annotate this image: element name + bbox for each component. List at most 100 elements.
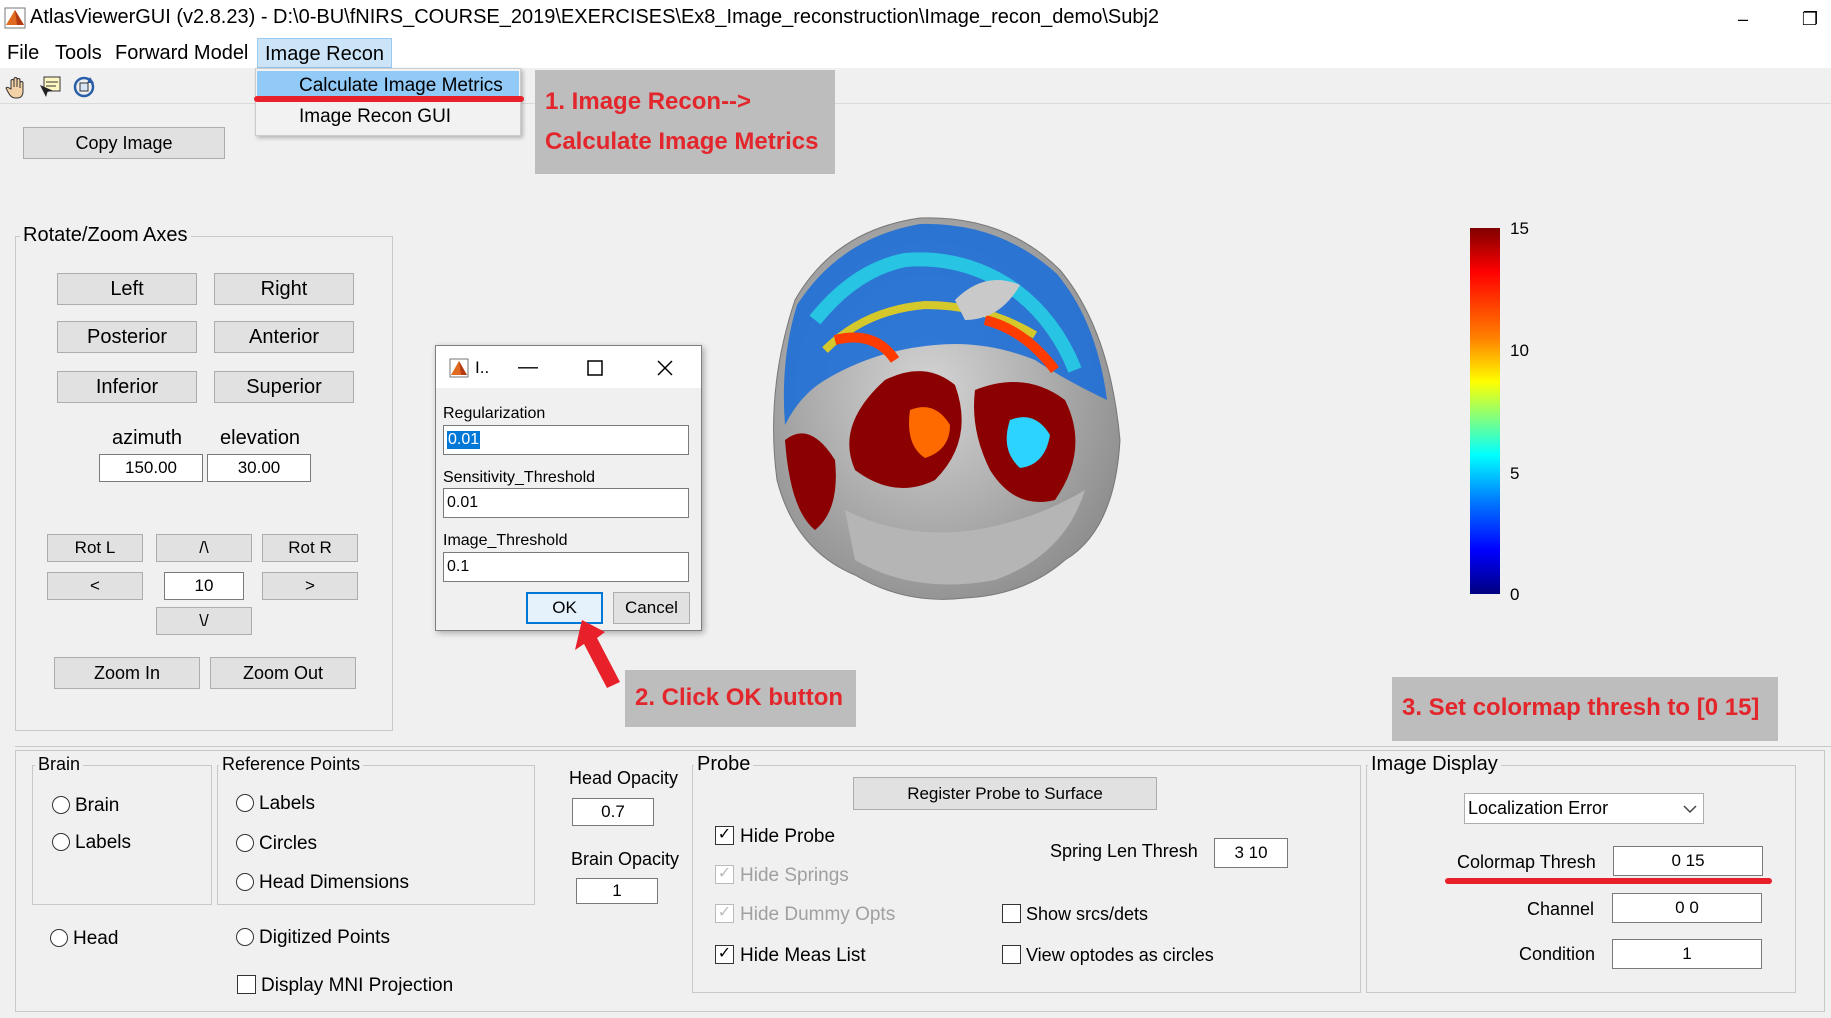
- annotation-underline-menu: [254, 96, 524, 102]
- regularization-field[interactable]: 0.01: [443, 425, 689, 455]
- head-opacity-label: Head Opacity: [569, 768, 679, 788]
- menu-forward-model[interactable]: Forward Model: [108, 38, 255, 68]
- annotation-step1: 1. Image Recon--> Calculate Image Metric…: [535, 70, 835, 174]
- menu-tools[interactable]: Tools: [48, 38, 109, 68]
- channel-field[interactable]: 0 0: [1612, 893, 1762, 923]
- brain-opacity-field[interactable]: 1: [576, 878, 658, 904]
- radio-brain[interactable]: [52, 796, 70, 814]
- pan-hand-icon[interactable]: [4, 73, 32, 101]
- menu-file[interactable]: File: [0, 38, 46, 68]
- view-superior-button[interactable]: Superior: [214, 371, 354, 403]
- rotate-up-button[interactable]: /\: [156, 534, 252, 562]
- checkbox-hide-springs-label: Hide Springs: [740, 865, 849, 886]
- condition-label: Condition: [1519, 944, 1596, 964]
- chevron-down-icon: [1683, 805, 1697, 814]
- annotation-step2: 2. Click OK button: [625, 670, 856, 727]
- radio-brain-labels[interactable]: [52, 833, 70, 851]
- dialog-title: I..: [475, 358, 490, 377]
- radio-head-dimensions-label: Head Dimensions: [259, 872, 409, 893]
- colormap-thresh-field[interactable]: 0 15: [1613, 846, 1763, 876]
- azimuth-label: azimuth: [112, 427, 183, 449]
- checkbox-view-circles[interactable]: [1002, 945, 1021, 964]
- view-anterior-button[interactable]: Anterior: [214, 321, 354, 353]
- rotate-zoom-title: Rotate/Zoom Axes: [20, 224, 191, 247]
- elevation-label: elevation: [220, 427, 301, 449]
- sensitivity-threshold-field[interactable]: 0.01: [443, 488, 689, 518]
- view-inferior-button[interactable]: Inferior: [57, 371, 197, 403]
- radio-brain-labels-label: Labels: [75, 832, 131, 853]
- sensitivity-threshold-label: Sensitivity_Threshold: [443, 469, 596, 486]
- register-probe-button[interactable]: Register Probe to Surface: [853, 777, 1157, 810]
- radio-head-dimensions[interactable]: [236, 873, 254, 891]
- data-cursor-icon[interactable]: [36, 73, 64, 101]
- annotation-step3: 3. Set colormap thresh to [0 15]: [1392, 677, 1778, 741]
- radio-digitized-points[interactable]: [236, 928, 254, 946]
- radio-ref-labels[interactable]: [236, 794, 254, 812]
- checkbox-hide-dummy[interactable]: ✓: [715, 904, 734, 923]
- menu-image-recon-gui[interactable]: Image Recon GUI: [257, 102, 519, 132]
- dialog-minimize-button[interactable]: —: [518, 356, 538, 379]
- annotation-step1-line2: Calculate Image Metrics: [545, 128, 819, 155]
- radio-digitized-points-label: Digitized Points: [259, 927, 390, 948]
- minimize-button[interactable]: –: [1728, 4, 1758, 34]
- checkbox-hide-springs[interactable]: ✓: [715, 865, 734, 884]
- checkbox-hide-probe[interactable]: ✓: [715, 826, 734, 845]
- step-next-button[interactable]: >: [262, 572, 358, 600]
- view-posterior-button[interactable]: Posterior: [57, 321, 197, 353]
- colorbar-tick-10: 10: [1510, 341, 1529, 360]
- step-size-field[interactable]: 10: [164, 572, 244, 600]
- zoom-out-button[interactable]: Zoom Out: [210, 657, 356, 689]
- elevation-field[interactable]: 30.00: [207, 454, 311, 482]
- view-right-button[interactable]: Right: [214, 273, 354, 305]
- maximize-button[interactable]: ❐: [1795, 4, 1825, 34]
- colormap-thresh-label: Colormap Thresh: [1457, 852, 1596, 872]
- matlab-app-icon: [4, 7, 26, 29]
- checkbox-hide-meas-list[interactable]: ✓: [715, 945, 734, 964]
- dialog-close-icon[interactable]: [656, 359, 674, 377]
- image-type-select[interactable]: Localization Error: [1464, 793, 1704, 824]
- checkbox-mni-projection-label: Display MNI Projection: [261, 975, 454, 996]
- rotate-down-button[interactable]: \/: [156, 607, 252, 635]
- radio-ref-circles-label: Circles: [259, 833, 318, 854]
- checkbox-show-srcs-dets[interactable]: [1002, 904, 1021, 923]
- regularization-value: 0.01: [447, 431, 481, 449]
- zoom-in-button[interactable]: Zoom In: [54, 657, 200, 689]
- checkbox-hide-meas-list-label: Hide Meas List: [740, 945, 866, 966]
- spring-len-thresh-field[interactable]: 3 10: [1214, 838, 1288, 868]
- colorbar-tick-0: 0: [1510, 585, 1520, 604]
- image-threshold-field[interactable]: 0.1: [443, 552, 689, 582]
- channel-label: Channel: [1527, 899, 1595, 919]
- brain-opacity-label: Brain Opacity: [571, 849, 680, 869]
- probe-title: Probe: [694, 753, 754, 776]
- checkbox-mni-projection[interactable]: [237, 975, 256, 994]
- colorbar-tick-5: 5: [1510, 464, 1520, 483]
- checkbox-view-circles-label: View optodes as circles: [1026, 945, 1214, 965]
- image-display-title: Image Display: [1368, 753, 1501, 776]
- dialog-matlab-icon: [449, 358, 469, 378]
- radio-head-label: Head: [73, 928, 119, 949]
- checkbox-hide-dummy-label: Hide Dummy Opts: [740, 904, 896, 925]
- reference-points-title: Reference Points: [219, 754, 364, 775]
- checkbox-hide-probe-label: Hide Probe: [740, 826, 836, 847]
- spring-len-thresh-label: Spring Len Thresh: [1050, 841, 1198, 861]
- condition-field[interactable]: 1: [1612, 939, 1762, 969]
- brain-surface-render[interactable]: [735, 210, 1135, 610]
- head-opacity-field[interactable]: 0.7: [572, 798, 654, 826]
- radio-head[interactable]: [50, 929, 68, 947]
- rotate-3d-icon[interactable]: [70, 73, 98, 101]
- step-prev-button[interactable]: <: [47, 572, 143, 600]
- annotation-underline-colormap: [1445, 878, 1772, 884]
- colorbar-tick-15: 15: [1510, 219, 1529, 238]
- brain-panel-title: Brain: [35, 754, 84, 775]
- rotate-left-button[interactable]: Rot L: [47, 534, 143, 562]
- azimuth-field[interactable]: 150.00: [99, 454, 203, 482]
- image-threshold-label: Image_Threshold: [443, 532, 568, 549]
- radio-ref-circles[interactable]: [236, 834, 254, 852]
- view-left-button[interactable]: Left: [57, 273, 197, 305]
- radio-brain-label: Brain: [75, 795, 120, 816]
- rotate-right-button[interactable]: Rot R: [262, 534, 358, 562]
- dialog-maximize-icon[interactable]: [586, 359, 604, 377]
- window-title: AtlasViewerGUI (v2.8.23) - D:\0-BU\fNIRS…: [30, 6, 1160, 28]
- menu-image-recon[interactable]: Image Recon: [257, 38, 392, 68]
- copy-image-button[interactable]: Copy Image: [23, 127, 225, 159]
